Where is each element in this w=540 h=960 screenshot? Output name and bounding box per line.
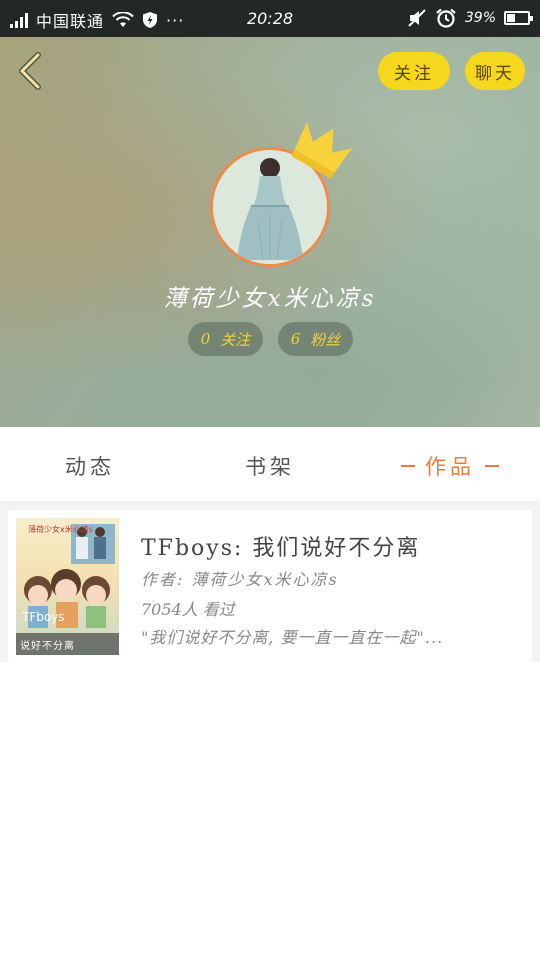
- alarm-icon: [436, 8, 456, 28]
- chat-button[interactable]: 聊天: [465, 52, 525, 90]
- battery-percent: 39%: [464, 10, 496, 26]
- profile-header: 关注 聊天 薄荷少女x米心凉s 0 关注 6 粉丝: [0, 37, 540, 427]
- work-author: 作者: 薄荷少女x米心凉s: [141, 570, 339, 589]
- cover-caption: 说好不分离: [16, 633, 119, 655]
- battery-fill: [507, 14, 515, 22]
- work-title: TFboys: 我们说好不分离: [141, 536, 421, 561]
- crown-icon: [291, 122, 352, 179]
- tab-works-label: 作品: [425, 455, 475, 479]
- chevron-left-icon[interactable]: [12, 51, 46, 91]
- profile-tabs: 动态 书架 作品: [0, 430, 540, 502]
- work-views: 7054人 看过: [141, 600, 235, 619]
- tab-works[interactable]: 作品: [380, 430, 520, 502]
- work-description: "我们说好不分离, 要一直一直在一起"...: [141, 628, 444, 647]
- battery-icon: [504, 11, 533, 25]
- tab-indicator-left: [401, 465, 415, 467]
- follow-count-badge[interactable]: 0 关注: [188, 322, 263, 356]
- follow-button[interactable]: 关注: [378, 52, 450, 90]
- status-bar: 中国联通 ··· 20:28 39%: [0, 0, 540, 37]
- username: 薄荷少女x米心凉s: [163, 286, 377, 312]
- list-item[interactable]: 薄荷少女x米心凉s TFboys 说好不分离 TFboys: 我们说好不分离 作…: [8, 510, 532, 662]
- status-right: 39%: [407, 8, 533, 28]
- tab-dynamic[interactable]: 动态: [20, 430, 160, 502]
- fans-count-badge[interactable]: 6 粉丝: [278, 322, 353, 356]
- follow-count: 0: [200, 330, 211, 348]
- mute-icon: [408, 9, 426, 27]
- fans-count-label: 粉丝: [310, 330, 341, 349]
- fans-count: 6: [290, 330, 301, 348]
- book-cover[interactable]: 薄荷少女x米心凉s TFboys 说好不分离: [16, 518, 119, 655]
- cover-title: 薄荷少女x米心凉s: [28, 525, 93, 534]
- follow-count-label: 关注: [220, 330, 251, 349]
- cover-brand: TFboys: [22, 610, 65, 624]
- tab-indicator-right: [485, 465, 499, 467]
- tab-bookshelf[interactable]: 书架: [200, 430, 340, 502]
